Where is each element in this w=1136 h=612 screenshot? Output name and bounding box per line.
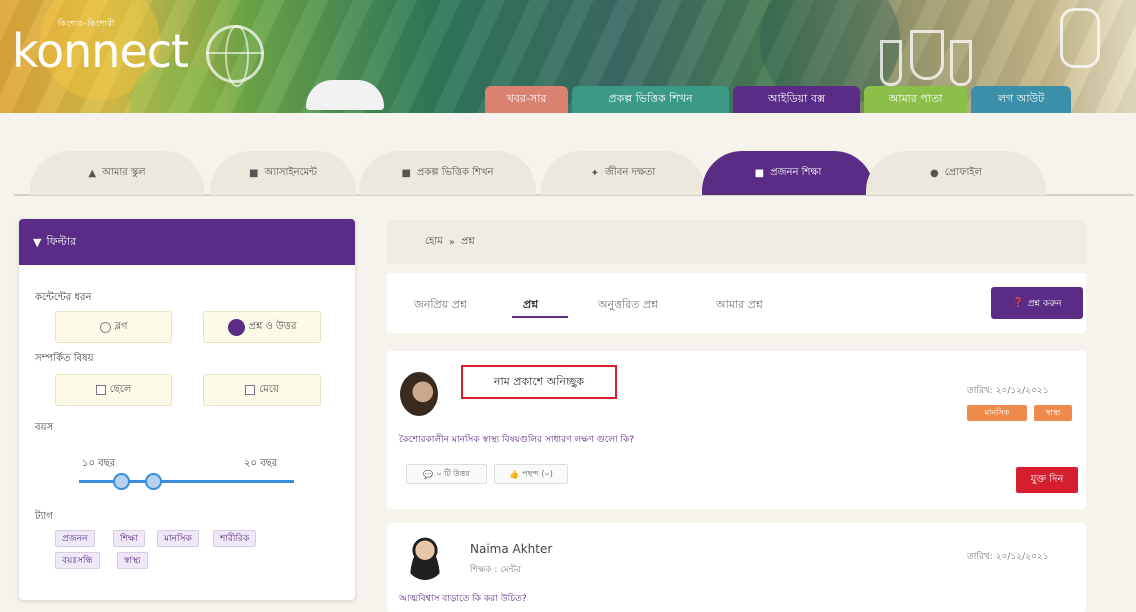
active-tab-indicator xyxy=(512,316,568,318)
age-label: বয়স xyxy=(35,422,54,433)
life-skills-icon: ✦ xyxy=(590,167,600,179)
poster-role: শিক্ষক : মেন্টর xyxy=(470,565,521,575)
tab-label: জীবন দক্ষতা xyxy=(605,166,656,178)
profile-icon: ● xyxy=(929,167,939,179)
qtab-popular[interactable]: জনপ্রিয় প্রশ্ন xyxy=(414,296,467,315)
tag-badge[interactable]: মানসিক xyxy=(967,405,1027,421)
post-date: তারিখ: ২০/১২/২০২১ xyxy=(967,386,1049,396)
top-navigation: খবর-সার প্রকল্প ভিত্তিক শিখন আইডিয়া বক্… xyxy=(485,86,1071,113)
beaker-icon xyxy=(910,30,944,80)
qa-radio[interactable]: প্রশ্ন ও উত্তর xyxy=(203,311,321,343)
answer-count: ০ টি উত্তর xyxy=(436,468,470,478)
tag-badge[interactable]: স্বাস্থ্য xyxy=(1034,405,1072,421)
breadcrumb: হোম » প্রশ্ন xyxy=(387,220,1086,264)
tag-mental[interactable]: মানসিক xyxy=(157,530,199,547)
topnav-my-page[interactable]: আমার পাতা xyxy=(864,86,967,113)
filter-icon: ▼ xyxy=(33,235,42,249)
age-slider-min-handle[interactable] xyxy=(113,473,130,490)
related-subject-label: সম্পর্কিত বিষয় xyxy=(35,353,94,364)
blog-radio[interactable]: ব্লগ xyxy=(55,311,172,343)
boy-checkbox-label: ছেলে xyxy=(109,383,132,395)
topnav-idea-box[interactable]: আইডিয়া বক্স xyxy=(733,86,860,113)
radio-selected-icon xyxy=(227,318,245,336)
poster-name: নাম প্রকাশে অনিচ্ছুক xyxy=(461,365,617,399)
school-icon: ▲ xyxy=(88,167,97,179)
qtab-questions[interactable]: প্রশ্ন xyxy=(523,296,538,315)
topnav-project-learning[interactable]: প্রকল্প ভিত্তিক শিখন xyxy=(572,86,729,113)
checkbox-icon xyxy=(245,385,256,395)
konnect-logo[interactable]: konnect xyxy=(12,24,189,78)
boy-checkbox[interactable]: ছেলে xyxy=(55,374,172,406)
post-date: তারিখ: ২০/১২/২০২১ xyxy=(967,552,1049,562)
like-count: পছন্দ (০) xyxy=(522,468,553,478)
tab-label: প্রকল্প ভিত্তিক শিখন xyxy=(416,166,494,178)
age-slider-track[interactable] xyxy=(79,480,294,483)
filter-title: ফিল্টার xyxy=(46,234,77,248)
tag-physical[interactable]: শারীরিক xyxy=(213,530,257,547)
test-tube-icon xyxy=(950,40,972,86)
age-slider-max-handle[interactable] xyxy=(145,473,162,490)
tab-project-learning[interactable]: ■ প্রকল্প ভিত্তিক শিখন xyxy=(359,151,536,195)
breadcrumb-home[interactable]: হোম xyxy=(425,234,443,251)
topnav-news[interactable]: খবর-সার xyxy=(485,86,568,113)
question-text[interactable]: আত্মবিশ্বাস বাড়াতে কি করা উচিত? xyxy=(399,591,527,606)
ask-question-label: প্রশ্ন করুন xyxy=(1027,298,1062,309)
globe-icon xyxy=(206,25,264,87)
girl-checkbox-label: মেয়ে xyxy=(259,383,279,395)
book-icon: ■ xyxy=(754,167,765,179)
qtab-unanswered[interactable]: অনুত্তরিত প্রশ্ন xyxy=(598,296,658,315)
tag-education[interactable]: শিক্ষা xyxy=(113,530,145,547)
poster-name: Naima Akhter xyxy=(470,542,553,556)
cloud-decoration xyxy=(306,80,384,110)
tag-health[interactable]: স্বাস্থ্য xyxy=(117,552,148,569)
qtab-my-questions[interactable]: আমার প্রশ্ন xyxy=(716,296,763,315)
avatar xyxy=(404,532,446,580)
main-tabs: ▲ আমার স্কুল ■ অ্যাসাইনমেন্ট ■ প্রকল্প ভ… xyxy=(14,151,1134,196)
content-type-label: কন্টেন্টের ধরন xyxy=(35,292,92,303)
tags-label: ট্যাগ xyxy=(35,511,53,522)
tab-label: প্রোফাইল xyxy=(944,166,983,178)
comment-icon: 💬 xyxy=(423,469,434,479)
assignment-icon: ■ xyxy=(248,167,259,179)
tag-puberty[interactable]: বয়ঃসন্ধি xyxy=(55,552,100,569)
robot-icon xyxy=(1060,8,1100,68)
tab-assignment[interactable]: ■ অ্যাসাইনমেন্ট xyxy=(210,151,356,195)
breadcrumb-separator: » xyxy=(448,236,455,248)
topnav-logout[interactable]: লগ আউট xyxy=(971,86,1071,113)
blog-radio-label: ব্লগ xyxy=(114,320,128,332)
qa-radio-label: প্রশ্ন ও উত্তর xyxy=(248,320,297,332)
question-icon: ❓ xyxy=(1012,298,1024,308)
project-icon: ■ xyxy=(401,167,411,179)
avatar xyxy=(400,372,438,416)
girl-checkbox[interactable]: মেয়ে xyxy=(203,374,321,406)
tab-my-school[interactable]: ▲ আমার স্কুল xyxy=(30,151,204,195)
tab-reproductive-education[interactable]: ■ প্রজনন শিক্ষা xyxy=(702,151,874,195)
tab-label: আমার স্কুল xyxy=(102,166,146,178)
test-tube-icon xyxy=(880,40,902,86)
age-min-label: ১০ বছর xyxy=(82,458,116,469)
tab-profile[interactable]: ● প্রোফাইল xyxy=(866,151,1046,195)
ask-question-button[interactable]: ❓ প্রশ্ন করুন xyxy=(991,287,1083,319)
tab-life-skills[interactable]: ✦ জীবন দক্ষতা xyxy=(541,151,705,195)
add-answer-button[interactable]: যুক্ত দিন xyxy=(1016,467,1078,493)
tag-reproduction[interactable]: প্রজনন xyxy=(55,530,95,547)
like-button[interactable]: 👍 পছন্দ (০) xyxy=(494,464,568,484)
filter-header: ▼ ফিল্টার xyxy=(19,219,355,265)
tab-label: প্রজনন শিক্ষা xyxy=(770,166,822,178)
checkbox-icon xyxy=(95,385,106,395)
radio-icon xyxy=(99,321,111,333)
age-max-label: ২০ বছর xyxy=(244,458,278,469)
thumbs-up-icon: 👍 xyxy=(509,469,520,479)
question-text[interactable]: কৈশোরকালীন মানসিক স্বাস্থ্য বিষয়গুলির স… xyxy=(399,432,634,447)
tab-label: অ্যাসাইনমেন্ট xyxy=(264,166,318,178)
answers-button[interactable]: 💬 ০ টি উত্তর xyxy=(406,464,487,484)
breadcrumb-current: প্রশ্ন xyxy=(460,235,475,247)
